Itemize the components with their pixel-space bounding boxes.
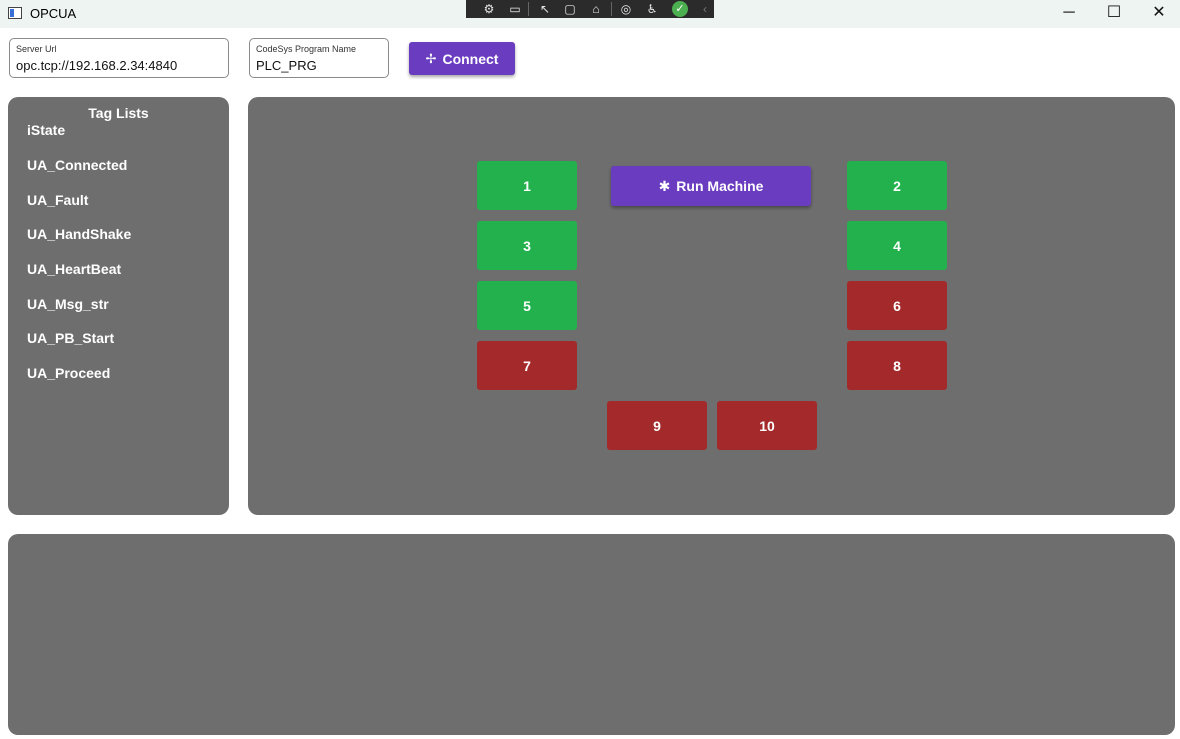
machine-panel: 1 ✱ Run Machine 2 3 4 5 6 7 8 9 10 [248, 97, 1175, 515]
tag-item-ua-connected[interactable]: UA_Connected [27, 157, 127, 173]
indicator-6[interactable]: 6 [847, 281, 947, 330]
tag-item-ua-handshake[interactable]: UA_HandShake [27, 226, 131, 242]
program-name-input[interactable]: PLC_PRG [256, 58, 317, 73]
indicator-3[interactable]: 3 [477, 221, 577, 270]
indicator-8[interactable]: 8 [847, 341, 947, 390]
tag-list-title: Tag Lists [88, 105, 149, 121]
indicator-10[interactable]: 10 [717, 401, 817, 450]
app-icon [8, 7, 22, 19]
select-element-icon[interactable]: ↖ [536, 1, 554, 17]
minimize-button[interactable]: ─ [1046, 0, 1092, 28]
maximize-button[interactable]: ☐ [1091, 0, 1137, 28]
server-url-label: Server Url [16, 44, 57, 54]
collapse-icon[interactable]: ‹ [696, 1, 714, 17]
tag-item-ua-heartbeat[interactable]: UA_HeartBeat [27, 261, 121, 277]
indicator-4[interactable]: 4 [847, 221, 947, 270]
indicator-2[interactable]: 2 [847, 161, 947, 210]
output-panel [8, 534, 1175, 735]
connect-label: Connect [442, 50, 499, 67]
server-url-input[interactable]: opc.tcp://192.168.2.34:4840 [16, 58, 177, 73]
accessibility-icon[interactable]: ♿ [643, 1, 661, 17]
tag-item-istate[interactable]: iState [27, 122, 65, 138]
connect-button[interactable]: ✢ Connect [409, 42, 515, 75]
program-name-label: CodeSys Program Name [256, 44, 357, 54]
plug-icon: ✢ [425, 50, 437, 66]
tag-item-ua-pb-start[interactable]: UA_PB_Start [27, 330, 114, 346]
tag-item-ua-fault[interactable]: UA_Fault [27, 192, 88, 208]
indicator-9[interactable]: 9 [607, 401, 707, 450]
video-icon[interactable]: ▭ [506, 1, 524, 17]
check-icon[interactable]: ✓ [672, 1, 688, 17]
gear-icon: ✱ [658, 177, 671, 194]
debug-toolbar: ⚙ ▭ ↖ ▢ ⌂ ◎ ♿ ✓ ‹ [466, 0, 714, 18]
run-machine-button[interactable]: ✱ Run Machine [611, 166, 811, 206]
server-url-field[interactable]: Server Url opc.tcp://192.168.2.34:4840 [9, 38, 229, 78]
layout-adorner-icon[interactable]: ▢ [561, 1, 579, 17]
run-machine-label: Run Machine [676, 178, 764, 194]
window-title: OPCUA [30, 6, 77, 21]
live-tree-icon[interactable]: ⚙ [480, 1, 498, 17]
toolbar-separator [611, 2, 612, 16]
tag-item-ua-msg-str[interactable]: UA_Msg_str [27, 296, 109, 312]
indicator-7[interactable]: 7 [477, 341, 577, 390]
close-button[interactable]: ✕ [1136, 0, 1180, 28]
title-bar: OPCUA ⚙ ▭ ↖ ▢ ⌂ ◎ ♿ ✓ ‹ ─ ☐ ✕ [0, 0, 1180, 28]
hot-reload-icon[interactable]: ◎ [617, 1, 635, 17]
indicator-5[interactable]: 5 [477, 281, 577, 330]
toolbar-separator [528, 2, 529, 16]
program-name-field[interactable]: CodeSys Program Name PLC_PRG [249, 38, 389, 78]
tag-list-panel: Tag Lists iState UA_Connected UA_Fault U… [8, 97, 229, 515]
indicator-1[interactable]: 1 [477, 161, 577, 210]
tag-item-ua-proceed[interactable]: UA_Proceed [27, 365, 110, 381]
track-focus-icon[interactable]: ⌂ [587, 1, 605, 17]
